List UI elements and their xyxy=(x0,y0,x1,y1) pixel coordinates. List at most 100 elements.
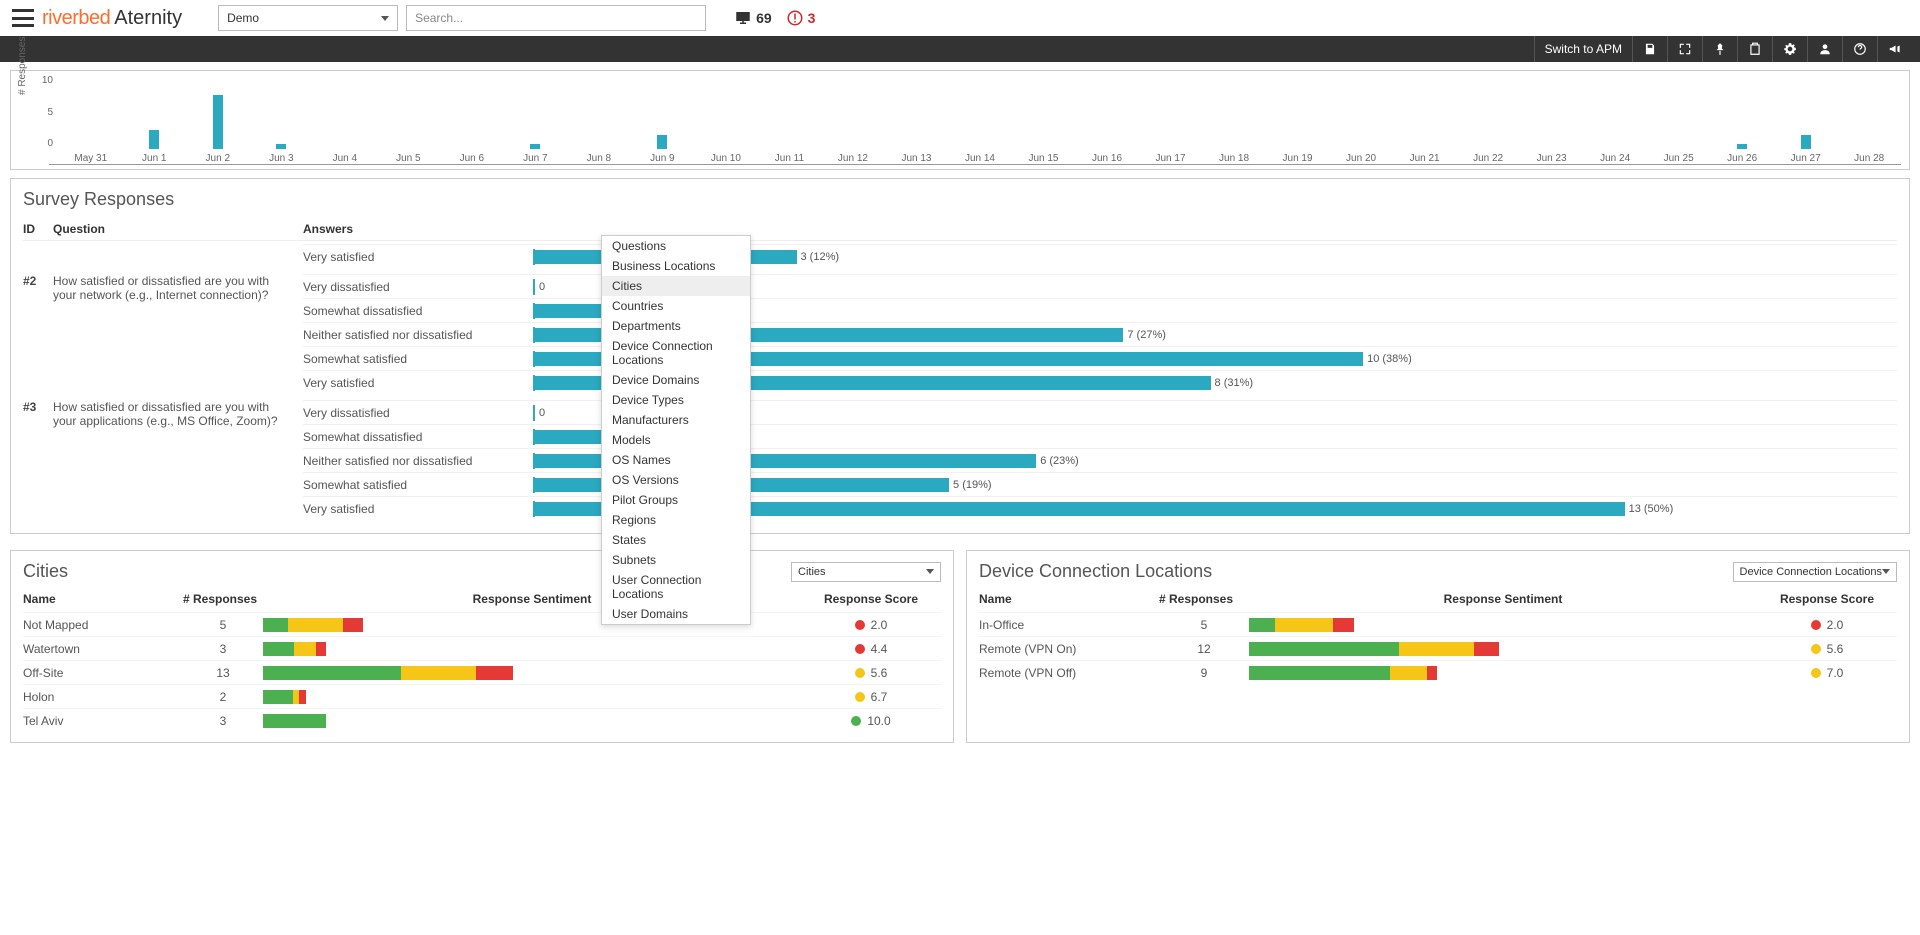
menu-item[interactable]: OS Versions xyxy=(602,470,750,490)
chart-bar[interactable]: Jun 20 xyxy=(1329,95,1393,164)
chart-bar[interactable]: Jun 14 xyxy=(948,95,1012,164)
chevron-down-icon xyxy=(926,569,934,574)
answer-label: Very satisfied xyxy=(303,502,533,516)
menu-item[interactable]: States xyxy=(602,530,750,550)
x-tick-label: Jun 7 xyxy=(523,153,547,164)
chart-bar[interactable]: Jun 12 xyxy=(821,95,885,164)
answer-value: 8 (31%) xyxy=(1215,377,1254,389)
answer-row[interactable]: Somewhat satisfied 5 (19%) xyxy=(303,472,1897,496)
fullscreen-icon[interactable] xyxy=(1667,36,1702,62)
answer-row[interactable]: Neither satisfied nor dissatisfied 7 (27… xyxy=(303,322,1897,346)
chart-bar[interactable]: Jun 16 xyxy=(1075,95,1139,164)
chart-bar[interactable]: Jun 15 xyxy=(1012,95,1076,164)
chart-bar[interactable]: Jun 17 xyxy=(1139,95,1203,164)
chart-bar[interactable]: Jun 2 xyxy=(186,95,250,164)
chart-bar[interactable]: Jun 4 xyxy=(313,95,377,164)
chart-bar[interactable]: Jun 3 xyxy=(250,95,314,164)
chart-bar[interactable]: Jun 23 xyxy=(1520,95,1584,164)
chart-bar[interactable]: Jun 9 xyxy=(631,95,695,164)
x-tick-label: Jun 19 xyxy=(1283,153,1313,164)
chart-bar[interactable]: Jun 27 xyxy=(1774,95,1838,164)
chart-bar[interactable]: Jun 28 xyxy=(1837,95,1901,164)
context-selector[interactable]: Demo xyxy=(218,5,398,31)
chart-bar[interactable]: Jun 5 xyxy=(377,95,441,164)
menu-item[interactable]: Models xyxy=(602,430,750,450)
chart-bar[interactable]: Jun 26 xyxy=(1710,95,1774,164)
table-row[interactable]: In-Office 5 2.0 xyxy=(979,612,1897,636)
chart-bar[interactable]: Jun 13 xyxy=(885,95,949,164)
answer-row[interactable]: Very satisfied 13 (50%) xyxy=(303,496,1897,520)
col-question: Question xyxy=(53,222,303,236)
table-row[interactable]: Remote (VPN Off) 9 7.0 xyxy=(979,660,1897,684)
menu-item[interactable]: Cities xyxy=(602,276,750,296)
x-tick-label: Jun 9 xyxy=(650,153,674,164)
table-row[interactable]: Holon 2 6.7 xyxy=(23,684,941,708)
chart-bar[interactable]: Jun 10 xyxy=(694,95,758,164)
answer-row[interactable]: Very satisfied 8 (31%) xyxy=(303,370,1897,394)
menu-item[interactable]: Pilot Groups xyxy=(602,490,750,510)
menu-item[interactable]: Manufacturers xyxy=(602,410,750,430)
cities-dimension-selector[interactable]: Cities xyxy=(791,562,941,582)
menu-item[interactable]: Countries xyxy=(602,296,750,316)
menu-item[interactable]: User Domains xyxy=(602,604,750,624)
table-row[interactable]: Not Mapped 5 2.0 xyxy=(23,612,941,636)
chart-bar[interactable]: Jun 21 xyxy=(1393,95,1457,164)
table-row[interactable]: Off-Site 13 5.6 xyxy=(23,660,941,684)
chart-bar[interactable]: Jun 7 xyxy=(504,95,568,164)
chart-bar[interactable]: Jun 1 xyxy=(123,95,187,164)
clipboard-icon[interactable] xyxy=(1737,36,1772,62)
answer-row[interactable]: Somewhat dissatisfied xyxy=(303,424,1897,448)
chart-bar[interactable]: Jun 22 xyxy=(1456,95,1520,164)
score-dot xyxy=(855,620,865,630)
menu-item[interactable]: Device Connection Locations xyxy=(602,336,750,370)
search-input[interactable]: Search... xyxy=(406,5,706,31)
menu-item[interactable]: User Connection Locations xyxy=(602,570,750,604)
menu-item[interactable]: Subnets xyxy=(602,550,750,570)
answer-row[interactable]: Very dissatisfied 0 xyxy=(303,400,1897,424)
question-id: #3 xyxy=(23,400,53,414)
menu-item[interactable]: Regions xyxy=(602,510,750,530)
locations-dimension-selector[interactable]: Device Connection Locations xyxy=(1733,562,1897,582)
row-responses: 3 xyxy=(183,714,263,728)
help-icon[interactable] xyxy=(1842,36,1877,62)
dimension-dropdown-menu[interactable]: QuestionsBusiness LocationsCitiesCountri… xyxy=(601,235,751,625)
answer-row[interactable]: Neither satisfied nor dissatisfied 6 (23… xyxy=(303,448,1897,472)
menu-item[interactable]: Device Types xyxy=(602,390,750,410)
user-icon[interactable] xyxy=(1807,36,1842,62)
save-icon[interactable] xyxy=(1632,36,1667,62)
chart-bar[interactable]: Jun 19 xyxy=(1266,95,1330,164)
chart-bar[interactable]: Jun 24 xyxy=(1583,95,1647,164)
pin-icon[interactable] xyxy=(1702,36,1737,62)
answer-row[interactable]: Somewhat dissatisfied 1 xyxy=(303,298,1897,322)
chart-bar[interactable]: Jun 11 xyxy=(758,95,822,164)
survey-columns: ID Question Answers xyxy=(23,222,1897,241)
chart-bar[interactable]: Jun 25 xyxy=(1647,95,1711,164)
chart-bar[interactable]: Jun 8 xyxy=(567,95,631,164)
megaphone-icon[interactable] xyxy=(1877,36,1912,62)
brand-riverbed: riverbed xyxy=(42,7,110,30)
menu-item[interactable]: OS Names xyxy=(602,450,750,470)
switch-apm-button[interactable]: Switch to APM xyxy=(1534,36,1632,62)
context-value: Demo xyxy=(227,11,259,25)
chart-bar[interactable]: Jun 6 xyxy=(440,95,504,164)
gear-icon[interactable] xyxy=(1772,36,1807,62)
menu-item[interactable]: Questions xyxy=(602,236,750,256)
devices-stat[interactable]: 69 xyxy=(734,9,772,27)
answer-row[interactable]: Very dissatisfied 0 xyxy=(303,274,1897,298)
x-tick-label: Jun 4 xyxy=(333,153,357,164)
table-row[interactable]: Tel Aviv 3 10.0 xyxy=(23,708,941,732)
menu-item[interactable]: Device Domains xyxy=(602,370,750,390)
answer-row[interactable]: Somewhat satisfied 10 (38%) xyxy=(303,346,1897,370)
table-row[interactable]: Remote (VPN On) 12 5.6 xyxy=(979,636,1897,660)
alerts-count: 3 xyxy=(808,10,816,26)
row-name: Watertown xyxy=(23,642,183,656)
chart-bar[interactable]: May 31 xyxy=(59,95,123,164)
alerts-stat[interactable]: 3 xyxy=(786,9,816,27)
score-dot xyxy=(1811,668,1821,678)
table-row[interactable]: Watertown 3 4.4 xyxy=(23,636,941,660)
chart-bar[interactable]: Jun 18 xyxy=(1202,95,1266,164)
menu-icon[interactable] xyxy=(12,9,34,27)
x-tick-label: May 31 xyxy=(74,153,107,164)
menu-item[interactable]: Departments xyxy=(602,316,750,336)
menu-item[interactable]: Business Locations xyxy=(602,256,750,276)
